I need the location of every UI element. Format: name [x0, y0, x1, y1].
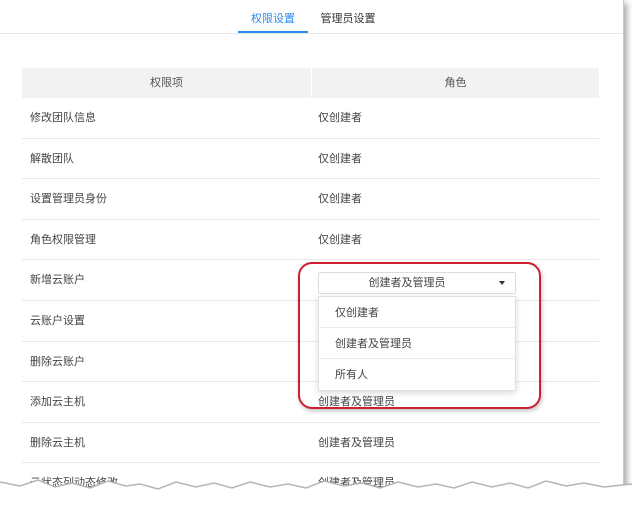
role-select-value: 创建者及管理员 [368, 276, 446, 289]
permission-name: 云状态列动态修改 [30, 476, 118, 490]
table-row: 删除云主机 创建者及管理员 [22, 423, 599, 464]
caret-down-icon [499, 281, 505, 285]
table-row: 解散团队 仅创建者 [22, 139, 599, 180]
permission-name: 解散团队 [30, 151, 74, 165]
role-value[interactable]: 仅创建者 [318, 179, 362, 219]
permission-settings-panel: 权限设置 管理员设置 权限项 角色 修改团队信息 仅创建者 解散团队 仅创建者 … [0, 0, 624, 490]
permission-name: 角色权限管理 [30, 232, 96, 246]
role-value[interactable]: 仅创建者 [318, 139, 362, 179]
table-header: 权限项 角色 [22, 68, 599, 98]
table-row: 角色权限管理 仅创建者 [22, 220, 599, 261]
role-select[interactable]: 创建者及管理员 [318, 272, 516, 294]
permission-name: 新增云账户 [30, 273, 85, 287]
role-option-creator-and-admin[interactable]: 创建者及管理员 [319, 328, 515, 359]
permission-name: 删除云主机 [30, 435, 85, 449]
role-value[interactable]: 仅创建者 [318, 220, 362, 260]
role-value[interactable]: 创建者及管理员 [318, 423, 395, 463]
permission-name: 修改团队信息 [30, 111, 96, 124]
permission-name: 添加云主机 [30, 395, 85, 409]
role-value[interactable]: 创建者及管理员 [318, 463, 395, 490]
active-tab-indicator [238, 31, 308, 33]
role-option-creator-only[interactable]: 仅创建者 [319, 297, 515, 328]
table-row: 设置管理员身份 仅创建者 [22, 179, 599, 220]
permission-name: 设置管理员身份 [30, 192, 107, 206]
tab-bar: 权限设置 管理员设置 [0, 0, 623, 34]
header-permission: 权限项 [150, 76, 183, 89]
tab-admin-settings[interactable]: 管理员设置 [312, 10, 384, 34]
permission-name: 删除云账户 [30, 354, 85, 368]
table-row: 云状态列动态修改 创建者及管理员 [22, 463, 599, 490]
role-dropdown-menu: 仅创建者 创建者及管理员 所有人 [318, 296, 516, 391]
permission-name: 云账户设置 [30, 313, 85, 327]
role-value[interactable]: 仅创建者 [318, 98, 362, 138]
header-role: 角色 [444, 76, 467, 89]
role-option-everyone[interactable]: 所有人 [319, 359, 515, 390]
table-row: 修改团队信息 仅创建者 [22, 98, 599, 139]
